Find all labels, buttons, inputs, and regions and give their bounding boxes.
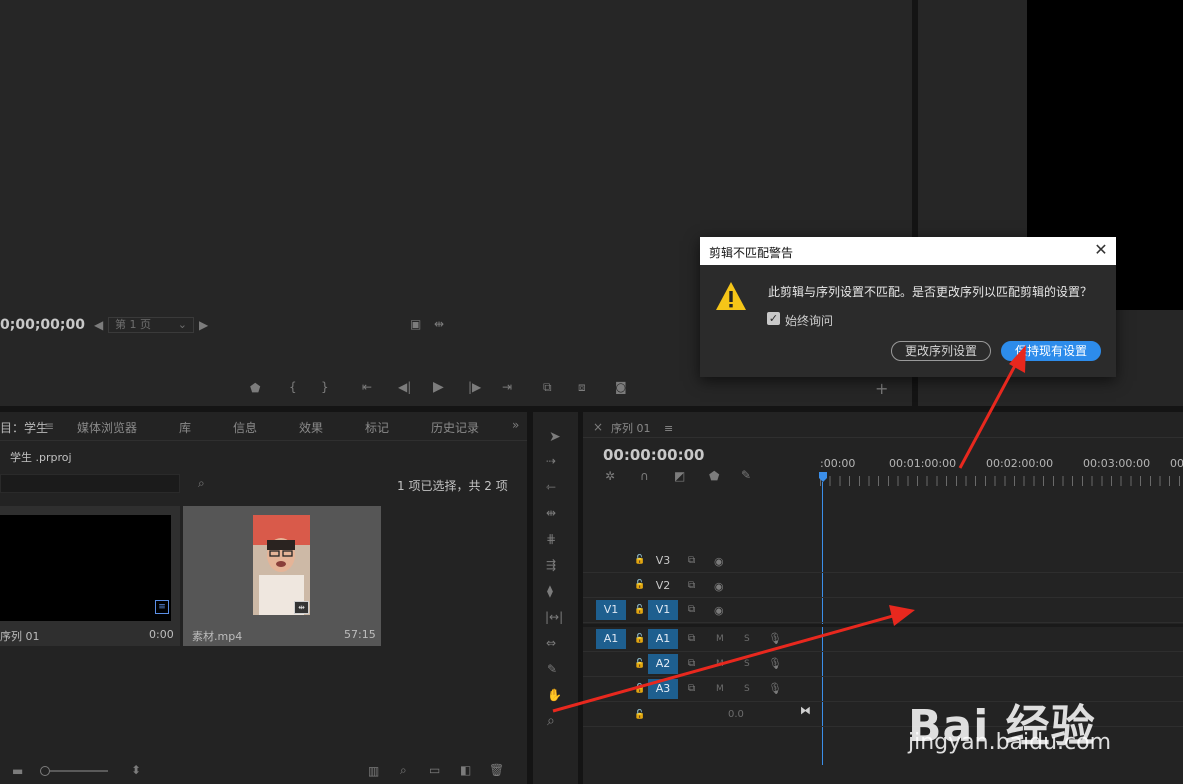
watermark-url: jingyan.baidu.com bbox=[908, 730, 1112, 755]
annotation-arrow-line bbox=[552, 612, 901, 713]
annotation-arrowhead bbox=[1009, 345, 1026, 373]
annotation-arrows bbox=[552, 345, 1026, 713]
annotation-arrow-line bbox=[958, 359, 1020, 469]
annotation-arrowhead bbox=[889, 605, 915, 626]
